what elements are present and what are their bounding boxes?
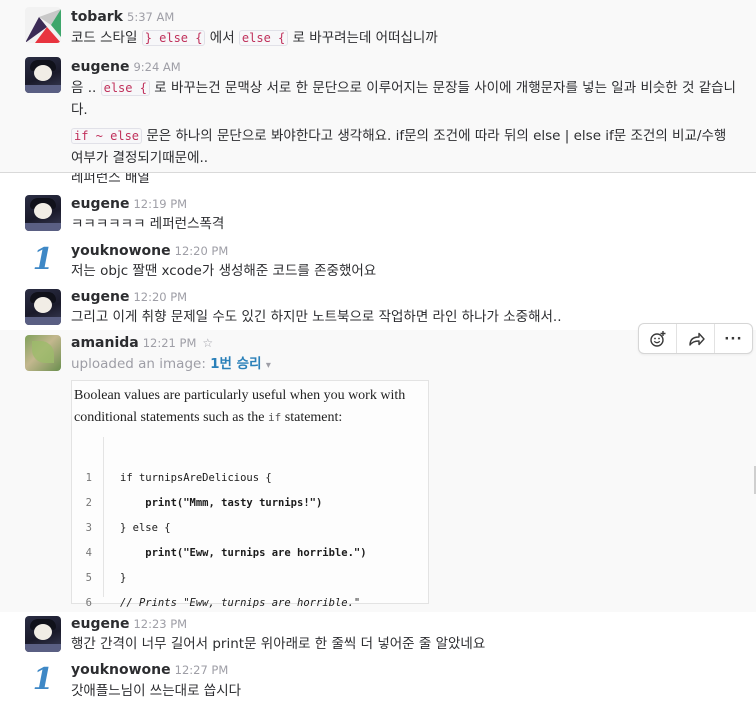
code-text: print("Mmm, tasty turnips!") — [120, 497, 323, 509]
inline-code: else { — [238, 30, 289, 46]
add-reaction-button[interactable] — [639, 324, 677, 353]
upload-prefix: uploaded an image: — [71, 356, 211, 372]
timestamp[interactable]: 9:24 AM — [133, 60, 180, 74]
line-number: 6 — [85, 597, 92, 609]
code-line: 6 // Prints "Eww, turnips are horrible." — [72, 566, 361, 609]
upload-caption: uploaded an image: 1번 승리 ▾ — [71, 353, 736, 377]
code-line: 5} — [72, 541, 127, 584]
tobark-logo-icon — [25, 9, 61, 43]
author-name[interactable]: youknowone — [71, 243, 171, 259]
author-name[interactable]: eugene — [71, 616, 129, 632]
message-text: 행간 간격이 너무 길어서 print문 위아래로 한 줄씩 더 넣어준 줄 알… — [71, 636, 486, 652]
preview-inline-code: if — [268, 411, 282, 424]
avatar-eugene[interactable] — [25, 289, 61, 325]
author-name[interactable]: eugene — [71, 289, 129, 305]
preview-text: statement: — [281, 410, 343, 425]
avatar-amanida[interactable] — [25, 335, 61, 371]
text-fragment: 로 바꾸려는데 어떠십니까 — [288, 30, 438, 46]
inline-code: if ~ else — [71, 128, 143, 144]
timestamp[interactable]: 5:37 AM — [127, 10, 174, 24]
author-name[interactable]: eugene — [71, 196, 129, 212]
code-line: 3} else { — [72, 491, 171, 534]
inline-code: } else { — [141, 30, 206, 46]
chevron-down-icon[interactable]: ▾ — [266, 360, 271, 371]
code-text: print("Eww, turnips are horrible.") — [120, 547, 367, 559]
timestamp[interactable]: 12:23 PM — [133, 617, 187, 631]
image-preview[interactable]: Boolean values are particularly useful w… — [71, 380, 429, 609]
code-line: 4 print("Eww, turnips are horrible.") — [72, 516, 367, 559]
author-name[interactable]: youknowone — [71, 662, 171, 678]
avatar-youknowone[interactable]: 1 — [25, 242, 61, 278]
share-icon — [688, 332, 705, 346]
text-fragment: 코드 스타일 — [71, 30, 142, 46]
text-fragment: 음 .. — [71, 80, 101, 96]
text-fragment: 문은 하나의 문단으로 봐야한다고 생각해요. if문의 조건에 따라 뒤의 e… — [71, 128, 727, 166]
avatar-eugene[interactable] — [25, 195, 61, 231]
file-title-link[interactable]: 1번 승리 — [210, 356, 261, 372]
code-line: 1 if turnipsAreDelicious { — [72, 441, 272, 484]
message-text: ㅋㅋㅋㅋㅋㅋ 레퍼런스폭격 — [71, 216, 225, 232]
author-name[interactable]: eugene — [71, 59, 129, 75]
timestamp[interactable]: 12:21 PM — [143, 336, 197, 350]
timestamp[interactable]: 12:20 PM — [175, 244, 229, 258]
author-name[interactable]: tobark — [71, 9, 123, 25]
timestamp[interactable]: 12:27 PM — [175, 663, 229, 677]
message-actions-toolbar: ··· — [638, 323, 753, 354]
message-text: 코드 스타일 } else { 에서 else { 로 바꾸려는데 어떠십니까 — [71, 27, 736, 49]
share-button[interactable] — [677, 324, 715, 353]
clipped-text: 레퍼런스 배열 — [71, 173, 150, 185]
message-paragraph-1: 음 .. else { 로 바꾸는건 문맥상 서로 한 문단으로 이루어지는 문… — [71, 77, 736, 121]
avatar-youknowone[interactable]: 1 — [25, 662, 61, 698]
code-text: } else { — [120, 522, 171, 534]
more-actions-button[interactable]: ··· — [715, 324, 752, 353]
message-text: 갓애플느님이 쓰는대로 씁시다 — [71, 683, 242, 699]
star-icon[interactable]: ☆ — [202, 336, 213, 350]
message-text: 그리고 이게 취향 문제일 수도 있긴 하지만 노트북으로 작업하면 라인 하나… — [71, 309, 562, 325]
code-line: 2 print("Mmm, tasty turnips!") — [72, 466, 323, 509]
message-paragraph-2: if ~ else 문은 하나의 문단으로 봐야한다고 생각해요. if문의 조… — [71, 125, 736, 169]
more-icon: ··· — [724, 330, 743, 347]
timestamp[interactable]: 12:19 PM — [133, 197, 187, 211]
text-fragment: 에서 — [205, 30, 239, 46]
add-reaction-icon — [649, 330, 665, 347]
code-text: // Prints "Eww, turnips are horrible." — [120, 597, 361, 609]
code-text: if turnipsAreDelicious { — [120, 472, 272, 484]
preview-text: Boolean values are particularly useful w… — [74, 388, 406, 425]
timestamp[interactable]: 12:20 PM — [133, 290, 187, 304]
preview-paragraph: Boolean values are particularly useful w… — [74, 385, 424, 429]
message-text: 저는 objc 짤땐 xcode가 생성해준 코드를 존중했어요 — [71, 263, 377, 279]
author-name[interactable]: amanida — [71, 335, 139, 351]
clipped-message-line: 레퍼런스 배열 — [0, 173, 756, 185]
inline-code: else { — [100, 80, 150, 96]
avatar-eugene[interactable] — [25, 57, 61, 93]
text-fragment: 로 바꾸는건 문맥상 서로 한 문단으로 이루어지는 문장들 사이에 개행문자를… — [71, 80, 736, 118]
avatar-eugene[interactable] — [25, 616, 61, 652]
avatar-tobark[interactable] — [25, 7, 61, 43]
